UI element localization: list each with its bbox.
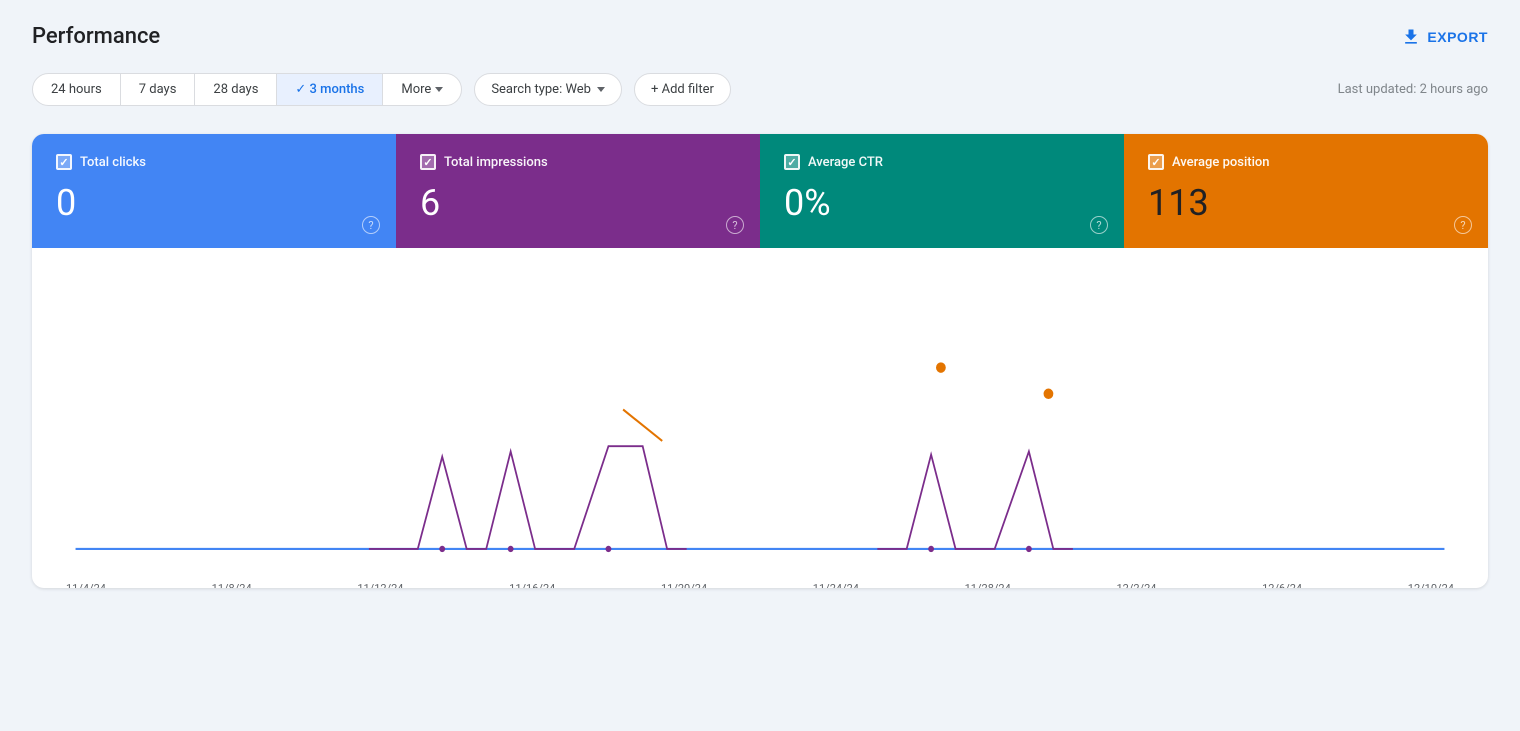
x-label-4: 11/20/24 [661, 582, 707, 588]
x-label-8: 12/6/24 [1262, 582, 1302, 588]
metrics-row: Total clicks 0 ? Total impressions 6 ? A… [32, 134, 1488, 248]
metric-label-position: Average position [1172, 155, 1270, 170]
x-label-5: 11/24/24 [813, 582, 859, 588]
metric-checkbox-impressions[interactable] [420, 154, 436, 170]
page-title: Performance [32, 24, 160, 49]
x-label-9: 12/10/24 [1408, 582, 1454, 588]
export-label: EXPORT [1427, 29, 1488, 45]
metric-checkbox-position[interactable] [1148, 154, 1164, 170]
filter-24hours[interactable]: 24 hours [33, 74, 121, 105]
filter-7days[interactable]: 7 days [121, 74, 196, 105]
metric-value-ctr: 0% [784, 182, 1100, 224]
x-label-7: 12/2/24 [1116, 582, 1156, 588]
x-label-6: 11/28/24 [965, 582, 1011, 588]
chevron-down-icon [597, 87, 605, 92]
metric-total-impressions[interactable]: Total impressions 6 ? [396, 134, 760, 248]
filter-3months[interactable]: ✓ 3 months [277, 74, 383, 105]
filter-28days[interactable]: 28 days [195, 74, 277, 105]
help-icon-ctr[interactable]: ? [1090, 216, 1108, 234]
help-icon-position[interactable]: ? [1454, 216, 1472, 234]
export-icon [1401, 27, 1421, 47]
add-filter-button[interactable]: + Add filter [634, 73, 731, 106]
last-updated-label: Last updated: 2 hours ago [1338, 82, 1488, 97]
metric-header-clicks: Total clicks [56, 154, 372, 170]
checkmark-icon: ✓ [295, 82, 309, 97]
metric-header-position: Average position [1148, 154, 1464, 170]
x-axis-labels: 11/4/24 11/8/24 11/12/24 11/16/24 11/20/… [56, 576, 1464, 588]
metric-label-impressions: Total impressions [444, 155, 548, 170]
x-label-2: 11/12/24 [357, 582, 403, 588]
filter-more[interactable]: More [383, 74, 461, 105]
metric-header-ctr: Average CTR [784, 154, 1100, 170]
time-filter-group: 24 hours 7 days 28 days ✓ 3 months More [32, 73, 462, 106]
metric-label-ctr: Average CTR [808, 155, 883, 170]
performance-chart [56, 268, 1464, 572]
search-type-filter[interactable]: Search type: Web [474, 73, 622, 106]
help-icon-impressions[interactable]: ? [726, 216, 744, 234]
metric-total-clicks[interactable]: Total clicks 0 ? [32, 134, 396, 248]
main-card: Total clicks 0 ? Total impressions 6 ? A… [32, 134, 1488, 588]
metric-header-impressions: Total impressions [420, 154, 736, 170]
toolbar: 24 hours 7 days 28 days ✓ 3 months More … [32, 73, 1488, 106]
metric-average-ctr[interactable]: Average CTR 0% ? [760, 134, 1124, 248]
chart-area: 11/4/24 11/8/24 11/12/24 11/16/24 11/20/… [32, 248, 1488, 588]
metric-average-position[interactable]: Average position 113 ? [1124, 134, 1488, 248]
metric-checkbox-clicks[interactable] [56, 154, 72, 170]
x-label-1: 11/8/24 [212, 582, 252, 588]
help-icon-clicks[interactable]: ? [362, 216, 380, 234]
metric-value-clicks: 0 [56, 182, 372, 224]
metric-label-clicks: Total clicks [80, 155, 146, 170]
export-button[interactable]: EXPORT [1401, 27, 1488, 47]
chevron-down-icon [435, 87, 443, 92]
x-label-3: 11/16/24 [509, 582, 555, 588]
metric-value-impressions: 6 [420, 182, 736, 224]
x-label-0: 11/4/24 [66, 582, 106, 588]
page-header: Performance EXPORT [32, 24, 1488, 49]
search-type-label: Search type: Web [491, 82, 591, 97]
metric-value-position: 113 [1148, 182, 1464, 224]
metric-checkbox-ctr[interactable] [784, 154, 800, 170]
